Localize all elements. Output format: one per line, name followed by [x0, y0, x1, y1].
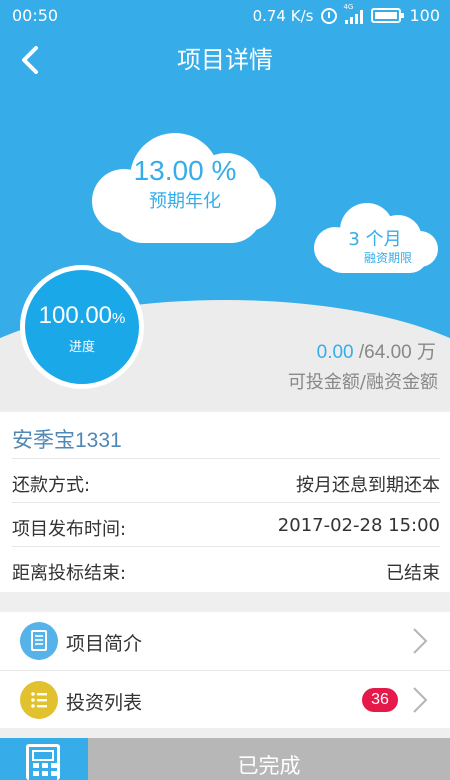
alarm-icon — [321, 7, 338, 24]
available-amount: 0.00 — [316, 342, 354, 363]
investment-count-badge: 36 — [362, 688, 398, 712]
progress-circle: 100.00% 进度 — [20, 265, 144, 389]
annual-rate-cloud: 13.00 % 预期年化 — [90, 125, 280, 245]
financing-term-cloud: 3 个月 融资期限 — [312, 203, 438, 275]
progress-value: 100.00% — [38, 302, 126, 329]
calculator-button[interactable] — [0, 738, 88, 780]
bid-end-row: 距离投标结束: 已结束 — [12, 546, 440, 590]
network-speed: 0.74 K/s — [252, 6, 314, 25]
info-label: 还款方式: — [12, 475, 91, 496]
info-label: 距离投标结束: — [12, 563, 127, 584]
publish-time-row: 项目发布时间: 2017-02-28 15:00 — [12, 502, 440, 546]
amount-line: 0.00 /64.00 万 — [317, 337, 436, 364]
info-value: 按月还息到期还本 — [296, 475, 440, 496]
amount-caption: 可投金额/融资金额 — [287, 372, 438, 393]
project-summary-hero: 00:50 0.74 K/s 4G 100 项目详情 13.00 % 预期年化 — [0, 0, 450, 410]
menu-label: 项目简介 — [66, 633, 143, 655]
project-name: 安季宝1331 — [12, 429, 122, 452]
signal-icon: 4G — [343, 3, 364, 24]
info-label: 项目发布时间: — [12, 519, 127, 540]
menu-item-investment-list[interactable]: 投资列表 36 — [0, 670, 450, 728]
detail-menu-list: 项目简介 投资列表 36 — [0, 612, 450, 728]
annual-rate-label: 预期年化 — [149, 191, 221, 212]
status-bar: 00:50 0.74 K/s 4G 100 — [0, 0, 450, 32]
battery-level: 100 — [409, 6, 440, 25]
calculator-icon — [26, 744, 60, 780]
list-icon — [20, 681, 58, 719]
completed-status-button[interactable]: 已完成 — [88, 738, 450, 780]
bottom-action-bar: 已完成 — [0, 738, 450, 780]
annual-rate-value: 13.00 % — [133, 155, 237, 186]
status-time: 00:50 — [12, 6, 59, 25]
chevron-right-icon — [413, 628, 428, 654]
repayment-method-row: 还款方式: 按月还息到期还本 — [12, 458, 440, 502]
info-value: 已结束 — [386, 563, 440, 584]
total-amount: /64.00 万 — [358, 342, 436, 363]
battery-icon — [371, 8, 405, 23]
financing-term-label: 融资期限 — [363, 251, 412, 265]
status-indicators: 0.74 K/s 4G 100 — [252, 3, 440, 26]
financing-term-value: 3 个月 — [348, 229, 402, 250]
page-title: 项目详情 — [177, 46, 273, 74]
info-value: 2017-02-28 15:00 — [277, 515, 440, 536]
document-icon — [20, 622, 58, 660]
menu-item-project-intro[interactable]: 项目简介 — [0, 612, 450, 670]
progress-label: 进度 — [68, 340, 95, 355]
network-type: 4G — [343, 2, 354, 11]
chevron-right-icon — [413, 687, 428, 713]
menu-label: 投资列表 — [66, 692, 143, 714]
project-info-panel: 安季宝1331 还款方式: 按月还息到期还本 项目发布时间: 2017-02-2… — [0, 412, 450, 592]
